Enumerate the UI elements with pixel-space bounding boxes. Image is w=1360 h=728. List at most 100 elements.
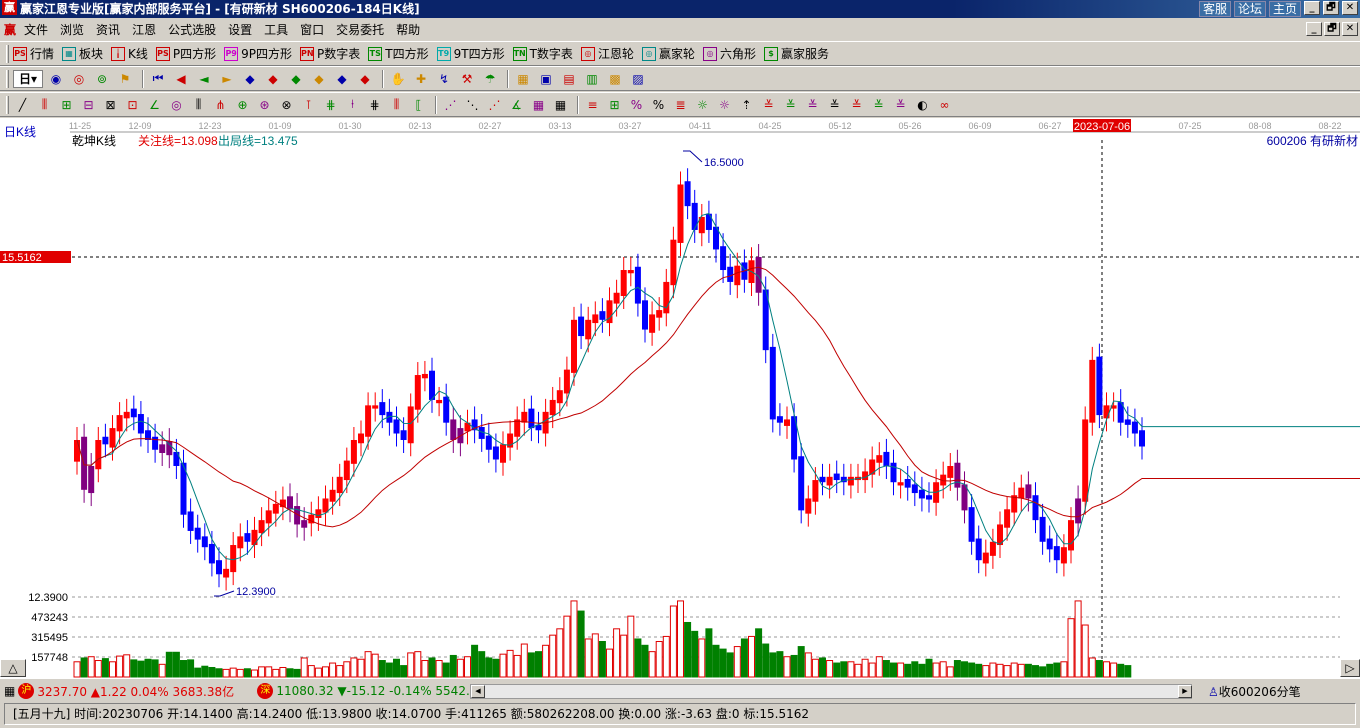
candle[interactable]	[414, 375, 421, 410]
candle[interactable]	[649, 314, 656, 333]
candle[interactable]	[947, 465, 954, 478]
chart-canvas[interactable]: 日K线 乾坤K线 关注线=13.098 出局线=13.475 600206 有研…	[0, 118, 1360, 679]
candle[interactable]	[358, 433, 364, 444]
candle[interactable]	[137, 414, 144, 434]
candle[interactable]	[265, 510, 272, 524]
menu-item-3[interactable]: 江恩	[126, 21, 162, 38]
hat-icon[interactable]: ☂	[480, 70, 500, 88]
candle[interactable]	[897, 482, 904, 486]
table4-icon[interactable]: ⊡	[123, 96, 142, 114]
lines2-icon[interactable]: ≣	[671, 96, 690, 114]
minimize-button[interactable]: _	[1304, 1, 1320, 15]
candle[interactable]	[656, 310, 663, 318]
candle[interactable]	[578, 316, 585, 337]
candle[interactable]	[244, 533, 251, 542]
toolbar-button-5[interactable]: PN P数字表	[300, 45, 360, 62]
candle[interactable]	[784, 419, 790, 426]
target3-icon[interactable]: ⊗	[277, 96, 296, 114]
candle[interactable]	[1096, 356, 1103, 416]
candle[interactable]	[847, 476, 854, 486]
child-close-button[interactable]: ✕	[1342, 22, 1358, 36]
candle[interactable]	[223, 568, 230, 578]
candle[interactable]	[450, 419, 457, 441]
candle[interactable]	[208, 543, 215, 564]
candle[interactable]	[194, 527, 201, 540]
candle[interactable]	[1082, 419, 1089, 502]
candle[interactable]	[876, 455, 883, 463]
candle[interactable]	[890, 462, 897, 483]
candle[interactable]	[968, 507, 975, 542]
candle[interactable]	[123, 411, 130, 419]
table1-icon[interactable]: ⊞	[57, 96, 76, 114]
candle[interactable]	[393, 419, 400, 434]
close-button[interactable]: ✕	[1342, 1, 1358, 15]
panel-toggle-button[interactable]: △	[0, 659, 26, 677]
infinity-icon[interactable]: ∞	[935, 96, 954, 114]
diamond-6[interactable]: ◆	[355, 70, 375, 88]
candle[interactable]	[315, 509, 322, 518]
kline-chart[interactable]: 日K线 乾坤K线 关注线=13.098 出局线=13.475 600206 有研…	[0, 118, 1360, 679]
toolbar-button-6[interactable]: TS T四方形	[368, 45, 429, 62]
candle[interactable]	[1103, 405, 1110, 419]
toolbar-button-3[interactable]: PS P四方形	[155, 45, 216, 62]
candle[interactable]	[343, 460, 350, 481]
candle[interactable]	[904, 478, 911, 488]
candle[interactable]	[88, 465, 95, 494]
candle[interactable]	[1075, 498, 1082, 524]
menu-item-1[interactable]: 浏览	[54, 21, 90, 38]
left-icon[interactable]: ◄	[194, 70, 214, 88]
first-icon[interactable]: ⏮	[148, 70, 168, 88]
candle[interactable]	[798, 456, 805, 511]
candle[interactable]	[258, 520, 265, 534]
candle[interactable]	[407, 406, 414, 444]
fib2-icon[interactable]: ≚	[781, 96, 800, 114]
percent-fan-icon[interactable]: %	[627, 96, 646, 114]
candle[interactable]	[805, 498, 812, 514]
angle2-icon[interactable]: ∡	[507, 96, 526, 114]
fib5-icon[interactable]: ≚	[847, 96, 866, 114]
toolbar-button-4[interactable]: P9 9P四方形	[224, 45, 292, 62]
fib7-icon[interactable]: ≚	[891, 96, 910, 114]
candle[interactable]	[1068, 520, 1074, 551]
period-select[interactable]: 日 ▾	[13, 69, 43, 88]
candle[interactable]	[1025, 484, 1032, 499]
fib1-icon[interactable]: ≚	[759, 96, 778, 114]
diamond-3[interactable]: ◆	[286, 70, 306, 88]
lines-icon[interactable]: ≡	[583, 96, 602, 114]
child-restore-button[interactable]: 🗗	[1324, 22, 1340, 36]
fib3-icon[interactable]: ≚	[803, 96, 822, 114]
toolbar-button-1[interactable]: ▦ 板块	[62, 45, 103, 62]
menu-item-5[interactable]: 设置	[222, 21, 258, 38]
toolbar-button-10[interactable]: ◎ 赢家轮	[641, 45, 695, 62]
candle[interactable]	[336, 476, 343, 494]
service-link[interactable]: 客服	[1198, 1, 1231, 17]
candle[interactable]	[436, 399, 443, 404]
menu-item-4[interactable]: 公式选股	[162, 21, 222, 38]
chart-scrollbar[interactable]: ◀	[470, 684, 1192, 699]
restore-button[interactable]: 🗗	[1323, 1, 1339, 15]
circle-icon[interactable]: ◎	[167, 96, 186, 114]
candle[interactable]	[500, 444, 506, 463]
candle[interactable]	[230, 545, 237, 573]
grid-icon[interactable]: ▤	[559, 70, 579, 88]
candle[interactable]	[634, 266, 641, 304]
candle[interactable]	[1039, 516, 1046, 542]
candle[interactable]	[720, 246, 727, 271]
candle[interactable]	[727, 266, 734, 282]
candle[interactable]	[677, 184, 684, 243]
candle[interactable]	[152, 436, 159, 450]
fan2-icon[interactable]: ⋱	[463, 96, 482, 114]
candle[interactable]	[1089, 359, 1096, 423]
candle[interactable]	[372, 405, 379, 409]
candle[interactable]	[429, 370, 435, 400]
candle[interactable]	[812, 480, 819, 502]
bars2-icon[interactable]: ⫼	[189, 96, 208, 114]
candle[interactable]	[421, 373, 428, 379]
menu-item-7[interactable]: 窗口	[294, 21, 330, 38]
candle[interactable]	[571, 319, 577, 373]
candle-b-icon[interactable]: ⍿	[343, 96, 362, 114]
candle[interactable]	[563, 369, 570, 394]
candle[interactable]	[514, 419, 521, 437]
vline-icon[interactable]: ⊺	[299, 96, 318, 114]
candle[interactable]	[1004, 509, 1011, 528]
